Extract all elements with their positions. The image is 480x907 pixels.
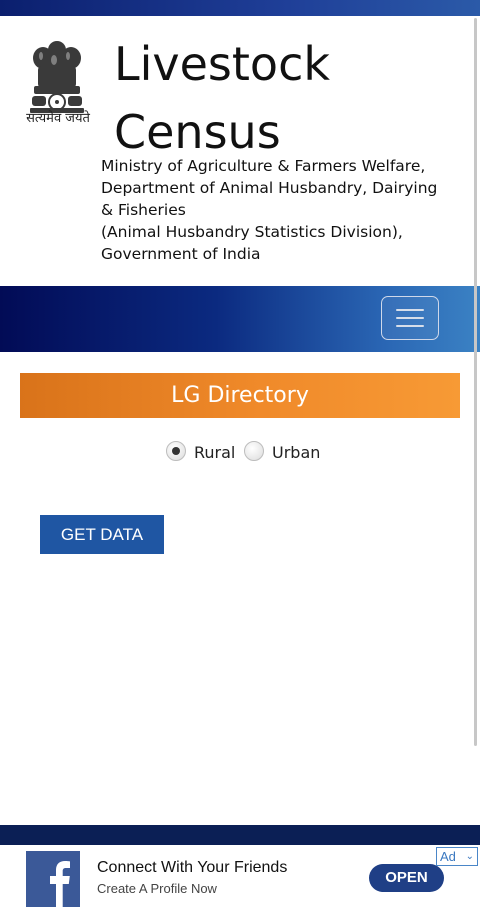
page-scrollbar[interactable] bbox=[474, 18, 477, 746]
chevron-down-icon: ⌄ bbox=[465, 851, 474, 862]
radio-urban-circle[interactable] bbox=[244, 441, 264, 461]
hamburger-menu-icon bbox=[396, 309, 424, 311]
footer-band bbox=[0, 825, 480, 845]
ministry-line: Department of Animal Husbandry, Dairying bbox=[101, 179, 438, 197]
ministry-info: Ministry of Agriculture & Farmers Welfar… bbox=[101, 155, 461, 265]
site-header: सत्यमेव जयते Livestock Census Ministry o… bbox=[0, 16, 480, 286]
app-title-line-1: Livestock bbox=[114, 37, 331, 91]
main-navbar bbox=[0, 286, 480, 352]
state-emblem-icon bbox=[30, 41, 84, 113]
facebook-logo-icon[interactable] bbox=[26, 851, 80, 907]
ministry-line: (Animal Husbandry Statistics Division), bbox=[101, 223, 403, 241]
ministry-line: Ministry of Agriculture & Farmers Welfar… bbox=[101, 157, 426, 175]
radio-urban-label[interactable]: Urban bbox=[272, 443, 320, 462]
ministry-line: Government of India bbox=[101, 245, 261, 263]
emblem-motto: सत्यमेव जयते bbox=[26, 111, 90, 126]
radio-rural-circle[interactable] bbox=[166, 441, 186, 461]
radio-rural-label[interactable]: Rural bbox=[194, 443, 235, 462]
ad-open-button[interactable]: OPEN bbox=[369, 864, 444, 892]
ministry-line: & Fisheries bbox=[101, 201, 186, 219]
top-header-strip bbox=[0, 0, 480, 16]
hamburger-menu-icon bbox=[396, 317, 424, 319]
ad-subtitle[interactable]: Create A Profile Now bbox=[97, 881, 217, 896]
ad-title[interactable]: Connect With Your Friends bbox=[97, 859, 287, 877]
get-data-button[interactable]: GET DATA bbox=[40, 515, 164, 554]
ad-banner[interactable]: Connect With Your Friends Create A Profi… bbox=[0, 845, 480, 907]
hamburger-menu-icon bbox=[396, 325, 424, 327]
hamburger-menu-button[interactable] bbox=[381, 296, 439, 340]
section-title: LG Directory bbox=[20, 373, 460, 418]
ad-choices-badge[interactable]: Ad ⌄ bbox=[436, 847, 478, 866]
ad-badge-label: Ad bbox=[440, 849, 456, 864]
app-title: Livestock Census bbox=[114, 30, 330, 166]
